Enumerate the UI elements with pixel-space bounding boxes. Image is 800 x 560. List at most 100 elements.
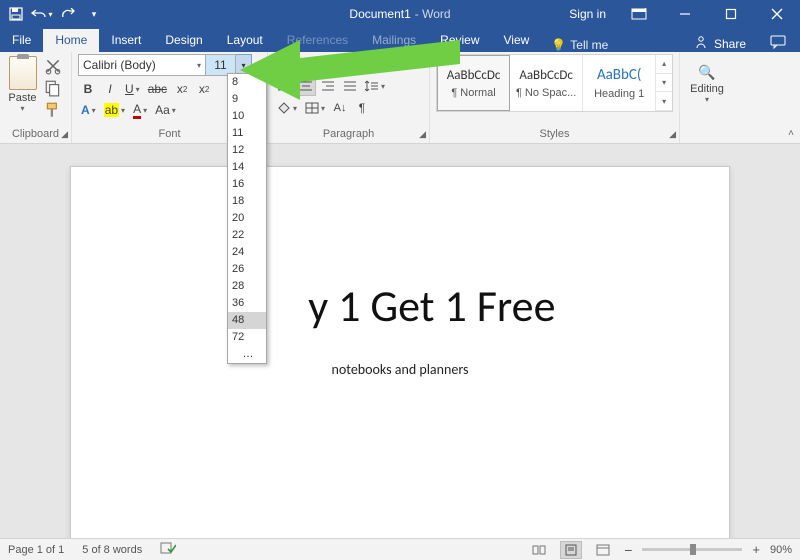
cut-button[interactable] — [41, 56, 65, 76]
font-size-option[interactable]: 8 — [228, 74, 266, 91]
borders-button[interactable] — [302, 98, 328, 118]
align-center-button[interactable] — [296, 76, 316, 96]
dialog-launcher-icon[interactable]: ◢ — [419, 129, 426, 140]
minimize-button[interactable] — [662, 0, 708, 28]
paste-button[interactable]: Paste ▾ — [6, 54, 39, 120]
style-heading1[interactable]: AaBbC( Heading 1 — [583, 55, 656, 111]
superscript-button[interactable]: x2 — [194, 79, 214, 99]
font-size-option[interactable]: 9 — [228, 91, 266, 108]
gallery-scroll[interactable]: ▴ ▾ ▾ — [656, 55, 672, 111]
shading-button[interactable] — [274, 98, 300, 118]
font-size-option[interactable]: 26 — [228, 261, 266, 278]
font-size-option[interactable]: 16 — [228, 176, 266, 193]
style-no-spacing[interactable]: AaBbCcDc ¶ No Spac... — [510, 55, 583, 111]
clipboard-icon — [9, 56, 37, 90]
tab-layout[interactable]: Layout — [215, 29, 275, 52]
web-layout-icon[interactable] — [592, 541, 614, 559]
gallery-expand-icon[interactable]: ▾ — [656, 92, 672, 111]
page[interactable]: B y 1 Get 1 Free notebooks and planners — [70, 166, 730, 538]
maximize-button[interactable] — [708, 0, 754, 28]
font-size-option[interactable]: 24 — [228, 244, 266, 261]
signin-button[interactable]: Sign in — [559, 0, 616, 28]
collapse-ribbon-icon[interactable]: ˄ — [788, 128, 794, 139]
doc-subtext[interactable]: notebooks and planners — [71, 361, 729, 378]
doc-heading[interactable]: B y 1 Get 1 Free — [71, 279, 729, 333]
change-case-button[interactable]: Aa — [152, 100, 179, 120]
tell-me[interactable]: 💡 Tell me — [541, 38, 618, 52]
save-icon[interactable] — [4, 2, 28, 26]
bold-button[interactable]: B — [78, 79, 98, 99]
tab-view[interactable]: View — [492, 29, 542, 52]
title-bar: ▾ ▾ Document1 - Word Sign in — [0, 0, 800, 28]
spellcheck-icon[interactable] — [160, 541, 176, 558]
tab-mailings[interactable]: Mailings — [360, 29, 428, 52]
ribbon-display-options-icon[interactable] — [616, 0, 662, 28]
font-size-option[interactable]: 11 — [228, 125, 266, 142]
decrease-indent-button[interactable] — [358, 54, 378, 74]
group-label: Clipboard — [6, 126, 65, 143]
word-count[interactable]: 5 of 8 words — [82, 544, 142, 556]
subscript-button[interactable]: x2 — [172, 79, 192, 99]
strikethrough-button[interactable]: abc — [145, 79, 170, 99]
page-indicator[interactable]: Page 1 of 1 — [8, 544, 64, 556]
tab-file[interactable]: File — [0, 29, 43, 52]
text-effects-button[interactable]: A — [78, 100, 99, 120]
dialog-launcher-icon[interactable]: ◢ — [61, 129, 68, 140]
copy-button[interactable] — [41, 78, 65, 98]
italic-button[interactable]: I — [100, 79, 120, 99]
numbering-button[interactable]: 123 — [302, 54, 328, 74]
chevron-up-icon[interactable]: ▴ — [656, 55, 672, 74]
tab-design[interactable]: Design — [153, 29, 214, 52]
read-mode-icon[interactable] — [528, 541, 550, 559]
font-size-dropdown-list[interactable]: 891011121416182022242628364872… — [227, 73, 267, 364]
tab-insert[interactable]: Insert — [99, 29, 153, 52]
align-left-button[interactable] — [274, 76, 294, 96]
style-normal[interactable]: AaBbCcDc ¶ Normal — [437, 55, 510, 111]
zoom-level[interactable]: 90% — [770, 544, 792, 556]
qat-customize-icon[interactable]: ▾ — [82, 2, 106, 26]
group-clipboard: Paste ▾ Clipboard ◢ — [0, 52, 72, 143]
print-layout-icon[interactable] — [560, 541, 582, 559]
font-size-option[interactable]: 18 — [228, 193, 266, 210]
font-size-option[interactable]: 14 — [228, 159, 266, 176]
share-button[interactable]: Share — [684, 35, 756, 52]
sort-button[interactable]: A↓ — [330, 98, 350, 118]
zoom-out-button[interactable]: − — [624, 542, 632, 558]
undo-icon[interactable]: ▾ — [30, 2, 54, 26]
group-editing[interactable]: 🔍 Editing ▾ — [680, 52, 734, 143]
ribbon: Paste ▾ Clipboard ◢ Calibri (Body) ▾ 11 … — [0, 52, 800, 144]
show-marks-button[interactable]: ¶ — [352, 98, 372, 118]
justify-button[interactable] — [340, 76, 360, 96]
comments-icon[interactable] — [756, 35, 800, 52]
align-right-button[interactable] — [318, 76, 338, 96]
font-size-option[interactable]: 12 — [228, 142, 266, 159]
document-name: Document1 — [349, 7, 410, 21]
line-spacing-button[interactable] — [362, 76, 388, 96]
font-size-more[interactable]: … — [228, 346, 266, 363]
font-color-button[interactable]: A — [130, 100, 150, 120]
increase-indent-button[interactable] — [380, 54, 400, 74]
dialog-launcher-icon[interactable]: ◢ — [669, 129, 676, 140]
tab-review[interactable]: Review — [428, 29, 491, 52]
tab-home[interactable]: Home — [43, 29, 99, 52]
bullets-button[interactable] — [274, 54, 300, 74]
zoom-slider[interactable] — [642, 548, 742, 551]
underline-button[interactable]: U — [122, 79, 143, 99]
font-size-option[interactable]: 28 — [228, 278, 266, 295]
font-size-option[interactable]: 48 — [228, 312, 266, 329]
highlight-button[interactable]: ab — [101, 100, 128, 120]
format-painter-button[interactable] — [41, 100, 65, 120]
app-name: - Word — [415, 7, 451, 21]
font-size-option[interactable]: 36 — [228, 295, 266, 312]
font-size-option[interactable]: 10 — [228, 108, 266, 125]
font-size-option[interactable]: 20 — [228, 210, 266, 227]
redo-icon[interactable] — [56, 2, 80, 26]
font-size-option[interactable]: 72 — [228, 329, 266, 346]
multilevel-list-button[interactable] — [330, 54, 356, 74]
zoom-in-button[interactable]: + — [752, 542, 760, 557]
font-name-combo[interactable]: Calibri (Body) ▾ — [78, 54, 206, 76]
chevron-down-icon[interactable]: ▾ — [656, 74, 672, 93]
tab-references[interactable]: References — [275, 29, 360, 52]
font-size-option[interactable]: 22 — [228, 227, 266, 244]
close-button[interactable] — [754, 0, 800, 28]
